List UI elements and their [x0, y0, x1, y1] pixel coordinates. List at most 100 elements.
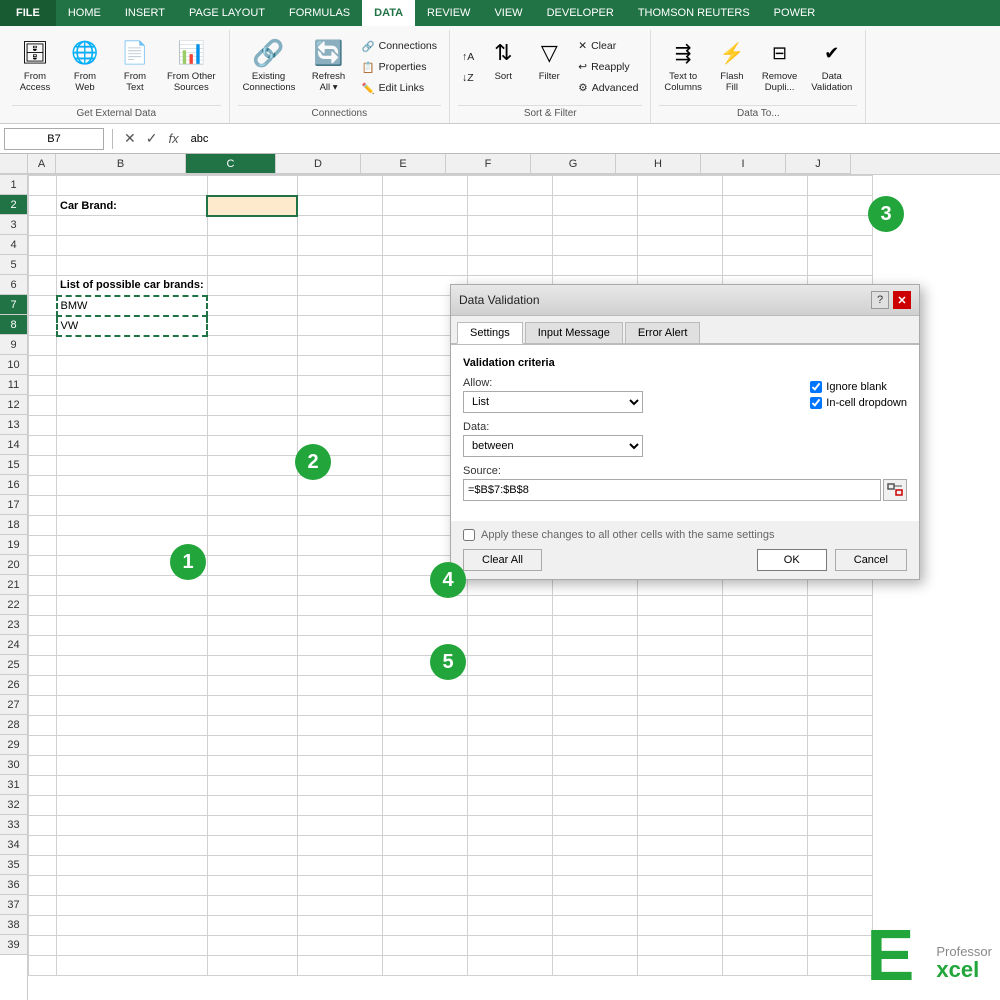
cell-A6[interactable] — [29, 276, 57, 296]
cell-B2[interactable]: Car Brand: — [57, 196, 208, 216]
col-header-D[interactable]: D — [276, 154, 361, 174]
cell-A3[interactable] — [29, 216, 57, 236]
clear-all-button[interactable]: Clear All — [463, 549, 542, 571]
cell-C7[interactable] — [207, 296, 297, 316]
cell-F4[interactable] — [467, 236, 552, 256]
dialog-tab-error-alert[interactable]: Error Alert — [625, 322, 701, 343]
cell-C1[interactable] — [207, 176, 297, 196]
dialog-help-button[interactable]: ? — [871, 291, 889, 309]
tab-insert[interactable]: INSERT — [113, 0, 177, 26]
row-header-19[interactable]: 19 — [0, 535, 27, 555]
row-header-30[interactable]: 30 — [0, 755, 27, 775]
row-header-22[interactable]: 22 — [0, 595, 27, 615]
col-header-C[interactable]: C — [186, 154, 276, 174]
tab-page-layout[interactable]: PAGE LAYOUT — [177, 0, 277, 26]
from-web-button[interactable]: 🌐 FromWeb — [62, 34, 108, 100]
cell-C4[interactable] — [207, 236, 297, 256]
source-range-button[interactable] — [883, 479, 907, 501]
cell-D1[interactable] — [297, 176, 382, 196]
refresh-all-button[interactable]: 🔄 RefreshAll ▾ — [304, 34, 354, 100]
cell-I5[interactable] — [722, 256, 807, 276]
cell-J3[interactable] — [807, 216, 872, 236]
cell-G3[interactable] — [552, 216, 637, 236]
cell-D8[interactable] — [297, 316, 382, 336]
row-header-32[interactable]: 32 — [0, 795, 27, 815]
properties-button[interactable]: 📋 Properties — [358, 57, 441, 77]
cell-C6[interactable] — [207, 276, 297, 296]
cell-B4[interactable] — [57, 236, 208, 256]
cell-B7[interactable]: BMW — [57, 296, 208, 316]
row-header-14[interactable]: 14 — [0, 435, 27, 455]
cell-B10[interactable] — [57, 356, 208, 376]
cell-J5[interactable] — [807, 256, 872, 276]
flash-fill-button[interactable]: ⚡ FlashFill — [711, 34, 753, 100]
row-header-37[interactable]: 37 — [0, 895, 27, 915]
cell-F3[interactable] — [467, 216, 552, 236]
cell-I1[interactable] — [722, 176, 807, 196]
cell-G2[interactable] — [552, 196, 637, 216]
cell-B9[interactable] — [57, 336, 208, 356]
cancel-button[interactable]: Cancel — [835, 549, 907, 571]
row-header-16[interactable]: 16 — [0, 475, 27, 495]
cell-D6[interactable] — [297, 276, 382, 296]
cell-J2[interactable] — [807, 196, 872, 216]
cell-B3[interactable] — [57, 216, 208, 236]
sort-za-button[interactable]: ↓Z — [458, 68, 478, 88]
row-header-7[interactable]: 7 — [0, 295, 27, 315]
row-header-25[interactable]: 25 — [0, 655, 27, 675]
row-header-34[interactable]: 34 — [0, 835, 27, 855]
cell-E5[interactable] — [382, 256, 467, 276]
formula-cancel-btn[interactable]: ✕ — [121, 130, 139, 147]
dialog-close-button[interactable]: ✕ — [893, 291, 911, 309]
row-header-20[interactable]: 20 — [0, 555, 27, 575]
cell-E2[interactable] — [382, 196, 467, 216]
from-other-sources-button[interactable]: 📊 From OtherSources — [162, 34, 221, 100]
tab-data[interactable]: DATA — [362, 0, 415, 26]
cell-A7[interactable] — [29, 296, 57, 316]
row-header-13[interactable]: 13 — [0, 415, 27, 435]
cell-B8[interactable]: VW — [57, 316, 208, 336]
cell-B6[interactable]: List of possible car brands: — [57, 276, 208, 296]
cell-J4[interactable] — [807, 236, 872, 256]
row-header-33[interactable]: 33 — [0, 815, 27, 835]
row-header-36[interactable]: 36 — [0, 875, 27, 895]
existing-connections-button[interactable]: 🔗 ExistingConnections — [238, 34, 300, 100]
tab-home[interactable]: HOME — [56, 0, 113, 26]
row-header-31[interactable]: 31 — [0, 775, 27, 795]
row-header-38[interactable]: 38 — [0, 915, 27, 935]
row-header-6[interactable]: 6 — [0, 275, 27, 295]
data-select[interactable]: between not between equal to — [463, 435, 643, 457]
row-header-18[interactable]: 18 — [0, 515, 27, 535]
cell-A8[interactable] — [29, 316, 57, 336]
cell-B5[interactable] — [57, 256, 208, 276]
cell-A4[interactable] — [29, 236, 57, 256]
apply-all-checkbox[interactable] — [463, 529, 475, 541]
cell-C2[interactable] — [207, 196, 297, 216]
cell-C10[interactable] — [207, 356, 297, 376]
row-header-21[interactable]: 21 — [0, 575, 27, 595]
row-header-11[interactable]: 11 — [0, 375, 27, 395]
cell-E3[interactable] — [382, 216, 467, 236]
reapply-button[interactable]: ↩ Reapply — [574, 57, 642, 77]
cell-D7[interactable] — [297, 296, 382, 316]
row-header-23[interactable]: 23 — [0, 615, 27, 635]
cell-C9[interactable] — [207, 336, 297, 356]
dialog-tab-input-message[interactable]: Input Message — [525, 322, 623, 343]
ignore-blank-checkbox[interactable] — [810, 381, 822, 393]
cell-D4[interactable] — [297, 236, 382, 256]
cell-I3[interactable] — [722, 216, 807, 236]
cell-D2[interactable] — [297, 196, 382, 216]
cell-C5[interactable] — [207, 256, 297, 276]
ok-button[interactable]: OK — [757, 549, 827, 571]
row-header-28[interactable]: 28 — [0, 715, 27, 735]
filter-button[interactable]: ▽ Filter — [528, 34, 570, 100]
row-header-27[interactable]: 27 — [0, 695, 27, 715]
cell-D3[interactable] — [297, 216, 382, 236]
cell-A9[interactable] — [29, 336, 57, 356]
col-header-I[interactable]: I — [701, 154, 786, 174]
dialog-tab-settings[interactable]: Settings — [457, 322, 523, 344]
row-header-17[interactable]: 17 — [0, 495, 27, 515]
cell-H1[interactable] — [637, 176, 722, 196]
tab-developer[interactable]: DEVELOPER — [535, 0, 626, 26]
cell-F5[interactable] — [467, 256, 552, 276]
